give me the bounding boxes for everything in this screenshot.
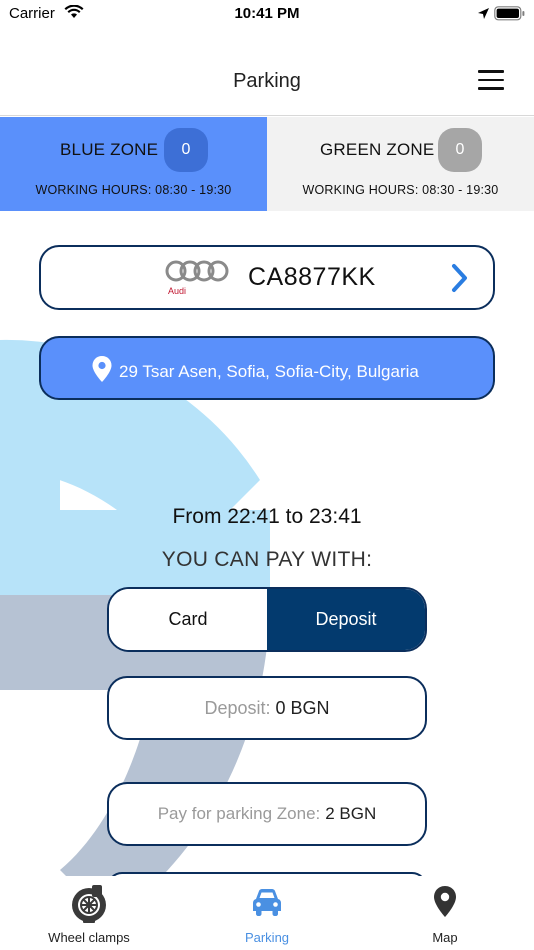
payment-deposit-option[interactable]: Deposit — [267, 589, 425, 650]
payment-card-option[interactable]: Card — [109, 589, 267, 650]
parking-time-range: From 22:41 to 23:41 — [172, 505, 362, 528]
payment-method-toggle[interactable]: Card Deposit — [107, 587, 427, 652]
battery-icon — [494, 6, 525, 21]
audi-rings-icon — [165, 260, 229, 282]
audi-logo: Audi — [165, 259, 231, 299]
zone-working-hours: WORKING HOURS: 08:30 - 19:30 — [302, 183, 499, 197]
chevron-right-icon — [452, 264, 467, 292]
tab-map[interactable]: Map — [356, 876, 534, 950]
map-pin-icon — [434, 886, 456, 917]
location-arrow-icon — [478, 8, 489, 19]
zone-working-hours: WORKING HOURS: 08:30 - 19:30 — [35, 183, 232, 197]
vehicle-brand: Audi — [168, 286, 187, 296]
license-plate: CA8877KK — [248, 263, 376, 291]
zone-name: GREEN ZONE — [320, 140, 435, 159]
deposit-balance: Deposit: 0 BGN — [107, 676, 427, 740]
deposit-value: 0 BGN — [275, 697, 330, 718]
payment-methods-heading: YOU CAN PAY WITH: — [161, 548, 373, 571]
zone-blue[interactable]: BLUE ZONE 0 WORKING HOURS: 08:30 - 19:30 — [0, 117, 267, 211]
tab-label: Wheel clamps — [48, 930, 130, 945]
vehicle-selector[interactable]: Audi CA8877KK — [39, 245, 495, 310]
zone-price[interactable]: Pay for parking Zone: 2 BGN — [107, 782, 427, 846]
status-bar: Carrier 10:41 PM — [0, 0, 534, 30]
tab-wheel-clamps[interactable]: Wheel clamps — [0, 876, 178, 950]
zone-price-label: Pay for parking Zone: — [157, 804, 321, 823]
tab-label: Map — [432, 930, 458, 945]
address-selector[interactable]: 29 Tsar Asen, Sofia, Sofia-City, Bulgari… — [39, 336, 495, 400]
tab-parking[interactable]: Parking — [178, 876, 356, 950]
deposit-label: Deposit: — [204, 697, 271, 718]
wheel-clamp-icon — [72, 885, 106, 923]
page-title: Parking — [233, 70, 301, 92]
zone-count-badge: 0 — [438, 128, 482, 172]
tab-bar: Wheel clamps Parking Map — [0, 876, 534, 950]
navigation-bar: Parking — [0, 30, 534, 116]
zone-name: BLUE ZONE — [60, 140, 159, 159]
zone-green[interactable]: GREEN ZONE 0 WORKING HOURS: 08:30 - 19:3… — [267, 117, 534, 211]
car-icon — [253, 889, 281, 916]
tab-label: Parking — [244, 930, 290, 945]
hamburger-menu-icon[interactable] — [478, 70, 504, 90]
zone-count-badge: 0 — [164, 128, 208, 172]
zone-price-value: 2 BGN — [325, 804, 377, 823]
clock: 10:41 PM — [234, 5, 300, 22]
location-pin-icon — [92, 356, 112, 382]
address-text: 29 Tsar Asen, Sofia, Sofia-City, Bulgari… — [119, 362, 419, 381]
